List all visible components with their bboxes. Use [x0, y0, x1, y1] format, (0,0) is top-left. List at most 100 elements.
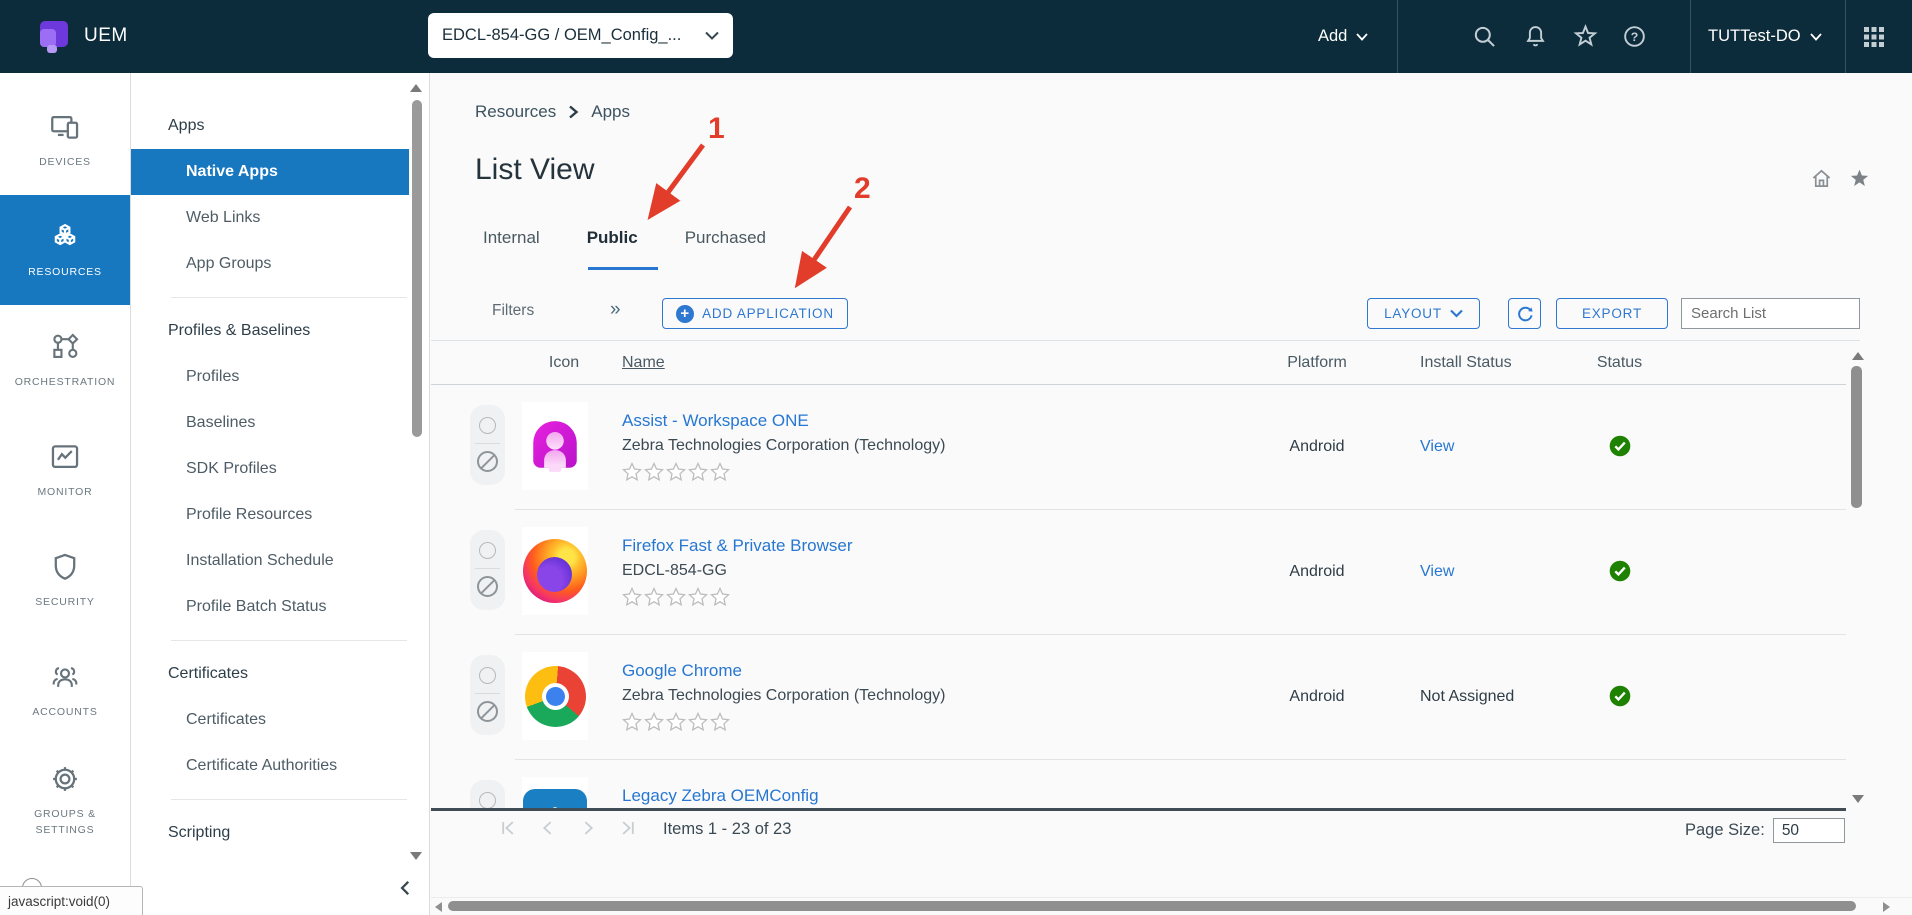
layout-button[interactable]: LAYOUT	[1367, 298, 1480, 329]
breadcrumb-resources[interactable]: Resources	[475, 102, 556, 122]
scroll-right-arrow[interactable]	[1883, 902, 1890, 912]
sidebar-item-accounts[interactable]: ACCOUNTS	[0, 635, 130, 745]
platform-cell: Android	[1289, 688, 1345, 705]
nav-item-profile-resources[interactable]: Profile Resources	[131, 492, 409, 538]
app-icon-tile	[522, 402, 588, 490]
nav-item-sdk-profiles[interactable]: SDK Profiles	[131, 446, 409, 492]
table-scroll-down-arrow[interactable]	[1852, 795, 1864, 803]
previous-page-button[interactable]	[540, 820, 556, 836]
help-icon[interactable]: ?	[1621, 23, 1648, 50]
export-button[interactable]: EXPORT	[1556, 298, 1668, 329]
add-menu-button[interactable]: Add	[1318, 0, 1369, 73]
notifications-icon[interactable]	[1522, 23, 1549, 50]
favorite-star-icon[interactable]	[1848, 167, 1871, 190]
account-menu-button[interactable]: TUTTest-DO	[1708, 0, 1822, 73]
app-switcher-icon[interactable]	[1862, 25, 1886, 49]
primary-sidebar: DEVICES RESOURCES ORCHESTRATION MONITOR …	[0, 73, 131, 915]
app-name-link[interactable]: Firefox Fast & Private Browser	[622, 536, 853, 555]
search-input[interactable]	[1681, 298, 1860, 329]
nav-item-installation-schedule[interactable]: Installation Schedule	[131, 538, 409, 584]
refresh-button[interactable]	[1508, 298, 1541, 329]
install-status-view-link[interactable]: View	[1420, 563, 1454, 580]
filters-toggle[interactable]: Filters	[492, 302, 534, 320]
tab-internal[interactable]: Internal	[483, 228, 540, 248]
divider	[171, 799, 407, 800]
column-header-status: Status	[1596, 354, 1643, 371]
add-application-button[interactable]: + ADD APPLICATION	[662, 298, 848, 329]
collapse-sidebar-icon[interactable]	[397, 879, 415, 897]
column-header-name[interactable]: Name	[622, 354, 665, 372]
row-radio[interactable]	[479, 667, 496, 684]
breadcrumb-apps[interactable]: Apps	[591, 102, 630, 122]
row-select-gutter	[470, 530, 505, 610]
organization-group-selector[interactable]: EDCL-854-GG / OEM_Config_...	[428, 13, 733, 58]
scroll-up-arrow[interactable]	[410, 84, 422, 92]
tab-public[interactable]: Public	[587, 228, 638, 248]
app-name-link[interactable]: Legacy Zebra OEMConfig	[622, 786, 819, 805]
app-name-link[interactable]: Assist - Workspace ONE	[622, 411, 809, 430]
orchestration-icon	[53, 333, 79, 358]
row-radio[interactable]	[479, 792, 496, 808]
sidebar-item-groups-settings[interactable]: GROUPS & SETTINGS	[0, 745, 130, 855]
nav-item-app-groups[interactable]: App Groups	[131, 241, 409, 287]
rating-stars	[622, 587, 853, 607]
block-icon[interactable]	[477, 701, 498, 722]
devices-icon	[51, 115, 79, 139]
search-icon[interactable]	[1471, 23, 1498, 50]
divider	[475, 693, 500, 694]
horizontal-scrollbar-thumb[interactable]	[448, 901, 1856, 911]
tab-purchased[interactable]: Purchased	[685, 228, 766, 248]
chevron-down-icon	[705, 31, 719, 40]
nav-item-certificates[interactable]: Certificates	[131, 697, 409, 743]
install-status-text: Not Assigned	[1420, 688, 1515, 705]
account-name: TUTTest-DO	[1708, 27, 1801, 45]
sidebar-item-resources[interactable]: RESOURCES	[0, 195, 130, 305]
layout-label: LAYOUT	[1384, 306, 1442, 321]
nav-section-header-apps: Apps	[168, 117, 205, 134]
row-select-gutter	[470, 405, 505, 485]
items-count-text: Items 1 - 23 of 23	[663, 820, 792, 838]
table-scroll-up-arrow[interactable]	[1852, 352, 1864, 360]
sidebar-item-label: RESOURCES	[28, 265, 102, 278]
nav-item-web-links[interactable]: Web Links	[131, 195, 409, 241]
row-radio[interactable]	[479, 417, 496, 434]
page-size-select[interactable]: 50	[1772, 818, 1845, 843]
app-name-link[interactable]: Google Chrome	[622, 661, 742, 680]
sidebar-item-devices[interactable]: DEVICES	[0, 85, 130, 195]
table-row: Firefox Fast & Private Browser EDCL-854-…	[431, 510, 1912, 635]
nav-item-baselines[interactable]: Baselines	[131, 400, 409, 446]
sidebar-item-security[interactable]: SECURITY	[0, 525, 130, 635]
next-page-button[interactable]	[580, 820, 596, 836]
sidebar-item-monitor[interactable]: MONITOR	[0, 415, 130, 525]
divider	[171, 640, 407, 641]
sidebar-scrollbar-thumb[interactable]	[412, 100, 422, 437]
block-icon[interactable]	[477, 576, 498, 597]
scroll-left-arrow[interactable]	[435, 902, 442, 912]
page-size-value: 50	[1781, 821, 1800, 839]
plus-icon: +	[676, 304, 695, 323]
nav-item-profile-batch-status[interactable]: Profile Batch Status	[131, 584, 409, 630]
sidebar-item-label: SECURITY	[35, 595, 95, 608]
nav-item-certificate-authorities[interactable]: Certificate Authorities	[131, 743, 409, 789]
nav-item-profiles[interactable]: Profiles	[131, 354, 409, 400]
first-page-button[interactable]	[500, 820, 516, 836]
filters-expand-icon[interactable]: »	[610, 299, 621, 321]
install-status-view-link[interactable]: View	[1420, 438, 1454, 455]
last-page-button[interactable]	[620, 820, 636, 836]
row-radio[interactable]	[479, 542, 496, 559]
sidebar-item-label: MONITOR	[37, 485, 93, 498]
nav-item-native-apps[interactable]: Native Apps	[131, 149, 409, 195]
topbar-divider	[1845, 0, 1846, 73]
block-icon[interactable]	[477, 451, 498, 472]
chevron-down-icon	[1826, 827, 1836, 834]
horizontal-scrollbar	[431, 897, 1912, 915]
scroll-down-arrow[interactable]	[410, 852, 422, 860]
divider	[431, 340, 1860, 341]
table-scrollbar-thumb[interactable]	[1851, 366, 1862, 508]
uem-logo-icon	[36, 19, 72, 55]
favorites-icon[interactable]	[1572, 23, 1599, 50]
home-icon[interactable]	[1810, 167, 1833, 190]
table-row: Google Chrome Zebra Technologies Corpora…	[431, 635, 1912, 760]
gear-icon	[53, 766, 77, 791]
sidebar-item-orchestration[interactable]: ORCHESTRATION	[0, 305, 130, 415]
